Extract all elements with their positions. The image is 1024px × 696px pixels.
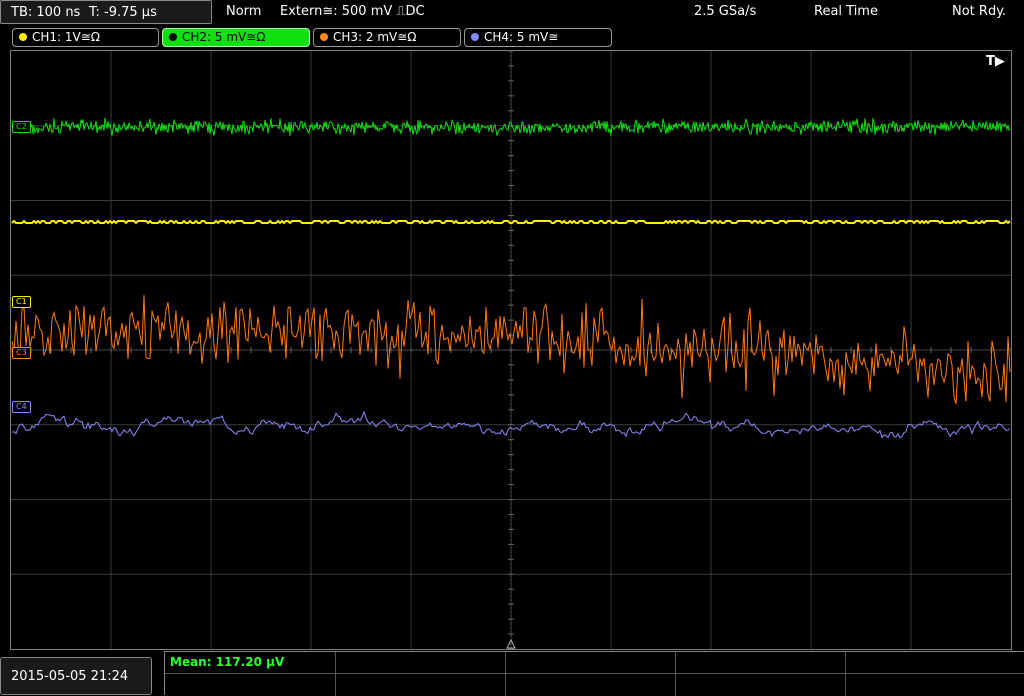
waveform-display [10,50,1012,650]
ch2-offset-marker[interactable]: C2 [12,121,31,133]
measurement-panel[interactable]: Mean: 117.20 µV [164,651,1024,696]
trigger-marker-icon[interactable]: T▶ [986,54,1005,69]
measurement-col-divider [505,652,506,696]
measurement-col-divider [675,652,676,696]
ch4-offset-marker[interactable]: C4 [12,401,31,413]
ch1-offset-marker[interactable]: C1 [12,296,31,308]
ch3-offset-marker[interactable]: C3 [12,347,31,359]
datetime-box: 2015-05-05 21:24 [0,657,152,695]
measurement-col-divider [335,652,336,696]
measurement-row-divider [165,673,1024,674]
measurement-col-divider [845,652,846,696]
mean-measurement: Mean: 117.20 µV [170,655,285,669]
datetime: 2015-05-05 21:24 [11,669,129,684]
graticule-grid [10,50,1012,650]
